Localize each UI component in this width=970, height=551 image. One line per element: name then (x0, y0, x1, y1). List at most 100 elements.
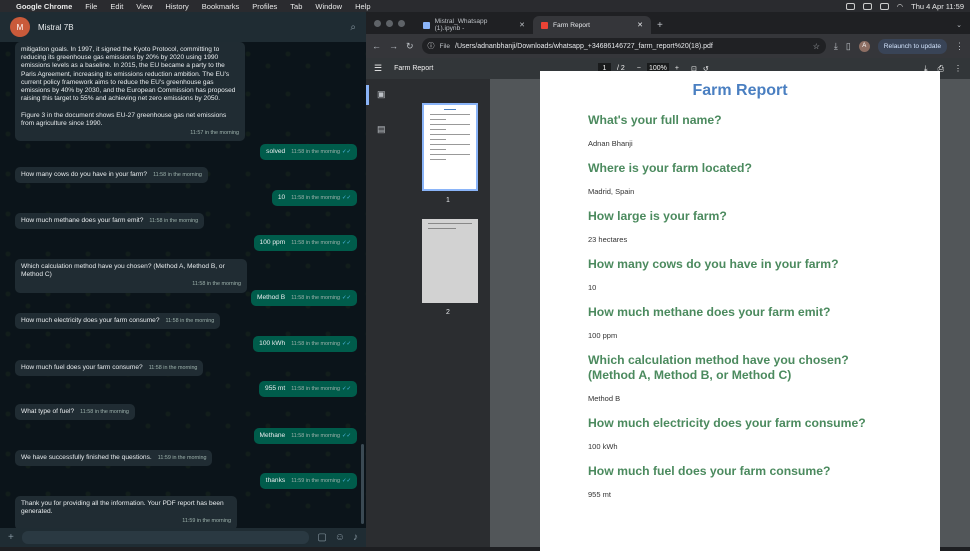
read-receipt-icon: ✓✓ (341, 240, 351, 246)
relaunch-button[interactable]: Relaunch to update (877, 38, 947, 54)
profile-avatar[interactable]: A (858, 40, 870, 52)
report-question: How many cows do you have in your farm? (588, 257, 839, 271)
menu-help[interactable]: Help (355, 2, 370, 11)
outgoing-message[interactable]: 10 11:58 in the morning ✓✓ (271, 190, 357, 207)
url-text[interactable]: /Users/adnanbhanji/Downloads/whatsapp_+3… (455, 43, 713, 50)
contact-name[interactable]: Mistral 7B (38, 23, 74, 32)
incoming-message[interactable]: What type of fuel? 11:58 in the morning (15, 404, 135, 421)
menu-bookmarks[interactable]: Bookmarks (202, 2, 240, 11)
window-minimize-icon[interactable] (386, 19, 393, 27)
tab-farm-report[interactable]: Farm Report ✕ (533, 16, 651, 34)
incoming-message[interactable]: mitigation goals. In 1997, it signed the… (15, 42, 245, 142)
message-text: Thank you for providing all the informat… (21, 500, 224, 516)
incoming-message[interactable]: How much methane does your farm emit? 11:… (15, 213, 205, 230)
close-icon[interactable]: ✕ (637, 21, 643, 29)
back-icon[interactable]: ← (372, 41, 381, 51)
mic-icon[interactable]: ♪ (353, 532, 358, 543)
incoming-message[interactable]: Which calculation method have you chosen… (15, 259, 247, 293)
report-answer: 100 ppm (588, 331, 618, 340)
message-input[interactable] (21, 531, 310, 544)
message-text: What type of fuel? (21, 408, 75, 415)
sticker-icon[interactable]: ▢ (317, 532, 326, 543)
message-text: thanks (265, 477, 286, 484)
outgoing-message[interactable]: thanks 11:59 in the morning ✓✓ (259, 473, 357, 490)
read-receipt-icon: ✓✓ (341, 149, 351, 155)
chat-header[interactable]: M Mistral 7B ⌕ (0, 12, 366, 42)
forward-icon[interactable]: → (389, 41, 398, 51)
incoming-message[interactable]: Thank you for providing all the informat… (15, 496, 237, 530)
toolbar: ← → ↻ ⓘ File /Users/adnanbhanji/Download… (366, 34, 970, 58)
chevron-down-icon[interactable]: ⌄ (956, 16, 962, 34)
message-text: mitigation goals. In 1997, it signed the… (21, 46, 236, 127)
window-zoom-icon[interactable] (398, 19, 405, 27)
scrollbar[interactable] (361, 444, 364, 524)
menu-file[interactable]: File (85, 2, 97, 11)
plus-icon[interactable]: + (8, 532, 14, 543)
message-timestamp: 11:58 in the morning (80, 409, 129, 415)
address-bar[interactable]: ⓘ File /Users/adnanbhanji/Downloads/what… (421, 38, 826, 54)
search-icon[interactable]: ⌕ (350, 22, 356, 33)
message-timestamp: 11:58 in the morning (291, 386, 340, 392)
report-answer: Adnan Bhanji (588, 139, 633, 148)
outline-icon[interactable]: ▤ (377, 124, 386, 135)
app-menu[interactable]: Google Chrome (16, 2, 72, 11)
report-question: Which calculation method have you chosen… (588, 353, 849, 382)
outgoing-message[interactable]: Methane 11:58 in the morning ✓✓ (253, 428, 357, 445)
battery-icon[interactable] (879, 2, 889, 10)
message-text: We have successfully finished the questi… (21, 454, 152, 461)
tray-icon[interactable] (845, 2, 855, 10)
outgoing-message[interactable]: 955 mt 11:58 in the morning ✓✓ (259, 381, 357, 398)
bookmark-star-icon[interactable]: ☆ (813, 42, 820, 51)
message-text: Methane (259, 432, 286, 439)
close-icon[interactable]: ✕ (519, 21, 525, 29)
avatar[interactable]: M (10, 17, 30, 37)
incoming-message[interactable]: How many cows do you have in your farm? 1… (15, 167, 208, 184)
window-close-icon[interactable] (374, 19, 381, 27)
report-answer: 10 (588, 283, 597, 292)
thumbnails-icon[interactable]: ▣ (377, 89, 386, 100)
wifi-icon[interactable]: ◠ (897, 2, 904, 11)
tray-icon[interactable] (862, 2, 872, 10)
page-thumbnail-2[interactable] (422, 219, 478, 303)
tab-strip: Mistral_Whatsapp (1).ipynb - ✕ Farm Repo… (366, 12, 970, 34)
message-text: solved (266, 148, 286, 155)
message-timestamp: 11:58 in the morning (291, 433, 340, 439)
menu-history[interactable]: History (165, 2, 188, 11)
outgoing-message[interactable]: Method B 11:58 in the morning ✓✓ (250, 290, 357, 307)
outgoing-message[interactable]: 100 ppm 11:58 in the morning ✓✓ (253, 235, 357, 252)
clock[interactable]: Thu 4 Apr 11:59 (911, 2, 964, 11)
hamburger-menu-icon[interactable]: ☰ (374, 63, 382, 74)
message-timestamp: 11:58 in the morning (291, 341, 340, 347)
incoming-message[interactable]: We have successfully finished the questi… (15, 450, 213, 467)
incoming-message[interactable]: How much electricity does your farm cons… (15, 313, 221, 330)
message-list: mitigation goals. In 1997, it signed the… (0, 42, 366, 530)
sidepanel-icon[interactable]: ▯ (846, 41, 851, 52)
kebab-menu-icon[interactable]: ⋮ (955, 41, 964, 52)
menu-window[interactable]: Window (315, 2, 342, 11)
incoming-message[interactable]: How much fuel does your farm consume? 11:… (15, 360, 204, 377)
pdf-title: Farm Report (394, 65, 434, 72)
read-receipt-icon: ✓✓ (341, 478, 351, 484)
tab-notebook[interactable]: Mistral_Whatsapp (1).ipynb - ✕ (415, 16, 533, 34)
scrollbar[interactable] (945, 79, 970, 547)
reload-icon[interactable]: ↻ (406, 41, 414, 52)
menu-edit[interactable]: Edit (110, 2, 123, 11)
emoji-icon[interactable]: ☺ (335, 532, 345, 543)
info-icon[interactable]: ⓘ (428, 41, 435, 51)
page-thumbnail-1[interactable] (422, 103, 478, 191)
menu-profiles[interactable]: Profiles (252, 2, 277, 11)
more-icon[interactable]: ⋮ (954, 64, 962, 74)
outgoing-message[interactable]: solved 11:58 in the morning ✓✓ (260, 144, 357, 161)
thumbnail-sidebar: ▣ ▤ 1 2 (366, 79, 490, 547)
menu-view[interactable]: View (136, 2, 152, 11)
menu-tab[interactable]: Tab (290, 2, 302, 11)
new-tab-icon[interactable]: + (657, 16, 663, 34)
download-icon[interactable]: ⤓ (834, 41, 838, 52)
message-text: Which calculation method have you chosen… (21, 263, 225, 279)
pdf-viewer: ▣ ▤ 1 2 Farm Report What's your full nam… (366, 71, 970, 551)
message-text: How much fuel does your farm consume? (21, 364, 143, 371)
message-text: How much electricity does your farm cons… (21, 317, 160, 324)
message-timestamp: 11:59 in the morning (291, 478, 340, 484)
read-receipt-icon: ✓✓ (341, 386, 351, 392)
outgoing-message[interactable]: 100 kWh 11:58 in the morning ✓✓ (253, 336, 357, 353)
